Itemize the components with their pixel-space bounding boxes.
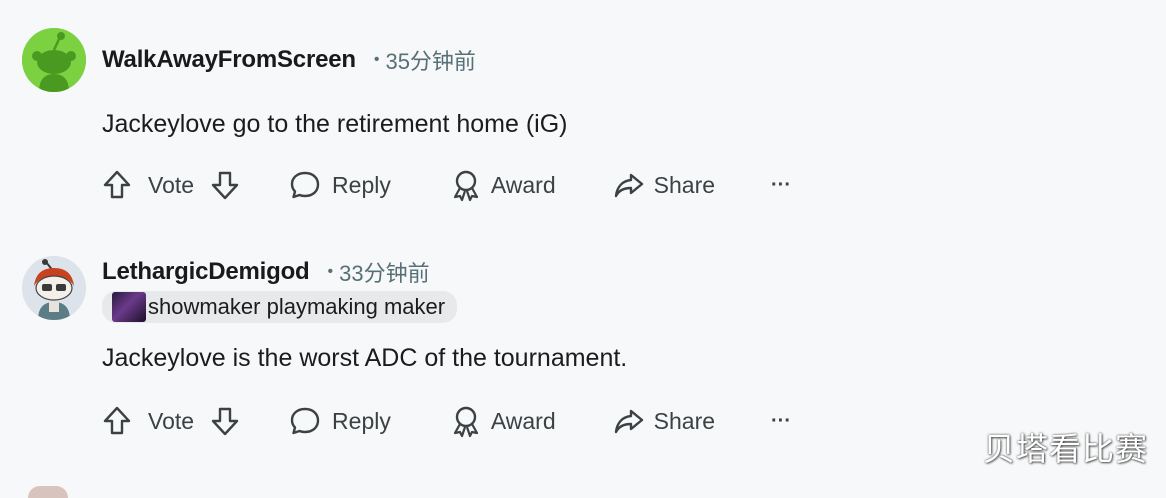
downvote-arrow-icon — [208, 168, 242, 202]
user-flair: showmaker playmaking maker — [102, 291, 458, 323]
award-ribbon-icon — [449, 168, 483, 202]
comment-bubble-icon — [288, 404, 322, 438]
downvote-button[interactable] — [208, 168, 242, 202]
flair-text: showmaker playmaking maker — [148, 294, 446, 319]
upvote-button[interactable] — [100, 168, 134, 202]
reply-button[interactable]: Reply — [288, 168, 391, 202]
username[interactable]: LethargicDemigod — [102, 258, 310, 286]
award-label: Award — [490, 407, 556, 434]
more-dots-icon: ··· — [771, 173, 791, 196]
award-button[interactable]: Award — [449, 404, 556, 438]
watermark: 贝塔看比赛 — [982, 430, 1148, 468]
username[interactable]: WalkAwayFromScreen — [102, 46, 356, 74]
author-line: LethargicDemigod • 33分钟前 — [102, 256, 430, 288]
share-arrow-icon — [612, 404, 646, 438]
downvote-button[interactable] — [208, 404, 242, 438]
comment-body: Jackeylove go to the retirement home (iG… — [102, 110, 568, 138]
user-avatar[interactable] — [22, 28, 86, 92]
reply-button[interactable]: Reply — [288, 404, 391, 438]
user-avatar[interactable] — [22, 256, 86, 320]
snoo-avatar-icon — [22, 256, 86, 320]
upvote-arrow-icon — [100, 404, 134, 438]
author-line: WalkAwayFromScreen • 35分钟前 — [102, 44, 476, 76]
comment-actions: Vote Reply Award Share ··· — [100, 401, 791, 441]
comment-body: Jackeylove is the worst ADC of the tourn… — [102, 344, 628, 372]
comment-actions: Vote Reply Award Share ··· — [100, 165, 791, 205]
snoo-avatar-icon — [22, 28, 86, 92]
flair-emoji-icon — [112, 292, 146, 322]
next-comment-avatar — [28, 486, 68, 498]
upvote-arrow-icon — [100, 168, 134, 202]
more-options-button[interactable]: ··· — [771, 410, 791, 433]
share-label: Share — [653, 171, 716, 198]
comment-bubble-icon — [288, 168, 322, 202]
share-button[interactable]: Share — [612, 404, 715, 438]
award-ribbon-icon — [449, 404, 483, 438]
timestamp[interactable]: 33分钟前 — [339, 256, 429, 288]
downvote-arrow-icon — [208, 404, 242, 438]
meta-separator: • — [373, 51, 380, 68]
timestamp[interactable]: 35分钟前 — [385, 44, 475, 76]
share-arrow-icon — [612, 168, 646, 202]
reply-label: Reply — [332, 407, 391, 434]
award-button[interactable]: Award — [449, 168, 556, 202]
more-dots-icon: ··· — [771, 409, 791, 432]
award-label: Award — [490, 171, 556, 198]
meta-separator: • — [327, 263, 334, 280]
more-options-button[interactable]: ··· — [771, 174, 791, 197]
reply-label: Reply — [332, 171, 391, 198]
vote-label: Vote — [148, 407, 195, 434]
vote-label: Vote — [148, 171, 195, 198]
share-label: Share — [653, 407, 716, 434]
upvote-button[interactable] — [100, 404, 134, 438]
share-button[interactable]: Share — [612, 168, 715, 202]
